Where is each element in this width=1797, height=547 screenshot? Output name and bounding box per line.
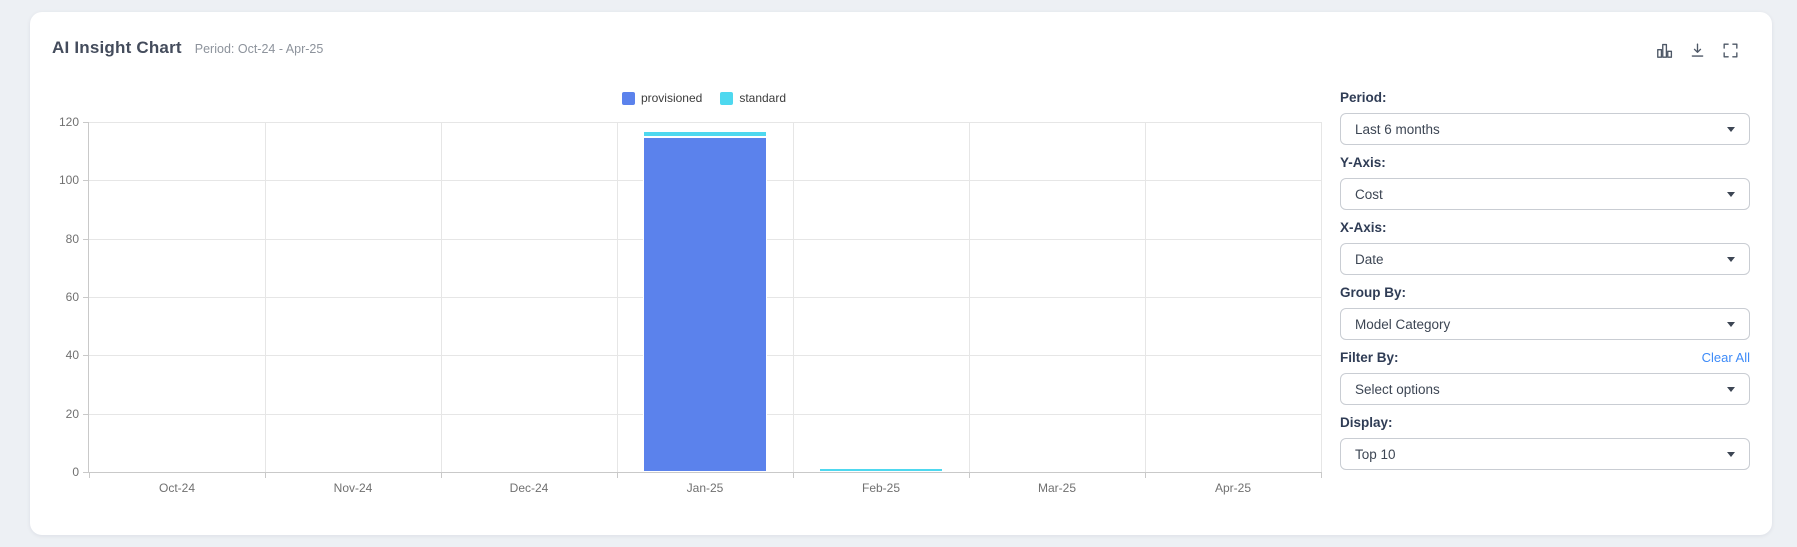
legend-swatch-standard: [720, 91, 734, 105]
control-group-display: Display: Top 10: [1340, 415, 1750, 470]
card-header: AI Insight Chart Period: Oct-24 - Apr-25: [52, 38, 323, 58]
select-filter-by[interactable]: Select options: [1340, 373, 1750, 405]
gridline-vertical: [1321, 122, 1322, 472]
select-value-period: Last 6 months: [1355, 121, 1440, 137]
legend-item-standard[interactable]: standard: [720, 91, 786, 105]
control-group-group-by: Group By: Model Category: [1340, 285, 1750, 340]
control-label-row-x-axis: X-Axis:: [1340, 220, 1750, 235]
x-axis-tick: [793, 472, 794, 478]
x-axis-tick-label: Nov-24: [333, 481, 373, 495]
legend-swatch-provisioned: [621, 91, 635, 105]
select-display[interactable]: Top 10: [1340, 438, 1750, 470]
gridline-vertical: [793, 122, 794, 472]
bar-standard-Jan-25[interactable]: [643, 130, 767, 137]
control-group-x-axis: X-Axis: Date: [1340, 220, 1750, 275]
x-axis-tick: [969, 472, 970, 478]
y-axis-tick: [83, 180, 89, 182]
bar-standard-Feb-25[interactable]: [819, 467, 943, 472]
select-x-axis[interactable]: Date: [1340, 243, 1750, 275]
chart-card: AI Insight Chart Period: Oct-24 - Apr-25: [30, 12, 1772, 535]
select-value-y-axis: Cost: [1355, 186, 1383, 202]
clear-all-link[interactable]: Clear All: [1702, 350, 1750, 365]
chevron-down-icon: [1727, 126, 1735, 132]
page-title: AI Insight Chart: [52, 38, 182, 57]
select-value-group-by: Model Category: [1355, 316, 1451, 332]
gridline-vertical: [969, 122, 970, 472]
chart-toolbar: [1654, 40, 1740, 60]
legend-item-provisioned[interactable]: provisioned: [621, 91, 703, 105]
legend-label-provisioned: provisioned: [640, 91, 703, 105]
gridline-horizontal: [89, 122, 1321, 123]
control-label-row-y-axis: Y-Axis:: [1340, 155, 1750, 170]
chevron-down-icon: [1727, 451, 1735, 457]
download-icon[interactable]: [1687, 40, 1707, 60]
chevron-down-icon: [1727, 256, 1735, 262]
control-label-row-period: Period:: [1340, 90, 1750, 105]
fullscreen-icon[interactable]: [1720, 40, 1740, 60]
x-axis-tick: [1321, 472, 1322, 478]
select-group-by[interactable]: Model Category: [1340, 308, 1750, 340]
select-y-axis[interactable]: Cost: [1340, 178, 1750, 210]
x-axis-tick-label: Mar-25: [1037, 481, 1077, 495]
bar-chart-icon[interactable]: [1654, 40, 1674, 60]
control-label-group-by: Group By:: [1340, 285, 1406, 300]
control-label-x-axis: X-Axis:: [1340, 220, 1387, 235]
bar-provisioned-Jan-25[interactable]: [643, 136, 767, 472]
control-label-row-group-by: Group By:: [1340, 285, 1750, 300]
chevron-down-icon: [1727, 191, 1735, 197]
select-value-filter-by: Select options: [1355, 381, 1440, 397]
control-group-filter-by: Filter By: Clear All Select options: [1340, 350, 1750, 405]
control-label-row-display: Display:: [1340, 415, 1750, 430]
x-axis-tick: [441, 472, 442, 478]
gridline-vertical: [617, 122, 618, 472]
y-axis-tick-label: 20: [65, 406, 79, 421]
x-axis-tick-label: Jan-25: [686, 481, 724, 495]
x-axis-tick-label: Dec-24: [509, 481, 549, 495]
control-label-period: Period:: [1340, 90, 1387, 105]
y-axis-tick: [83, 122, 89, 123]
period-subtitle: Period: Oct-24 - Apr-25: [194, 42, 324, 56]
select-period[interactable]: Last 6 months: [1340, 113, 1750, 145]
select-value-x-axis: Date: [1355, 251, 1384, 267]
y-axis-tick-label: 80: [65, 231, 79, 246]
x-axis-tick-label: Apr-25: [1214, 481, 1251, 495]
gridline-vertical: [441, 122, 442, 472]
control-label-display: Display:: [1340, 415, 1393, 430]
y-axis-tick-label: 60: [65, 290, 79, 304]
control-group-period: Period: Last 6 months: [1340, 90, 1750, 145]
y-axis-tick-label: 120: [58, 115, 79, 129]
x-axis-tick-label: Feb-25: [861, 481, 901, 495]
gridline-vertical: [265, 122, 266, 472]
chevron-down-icon: [1727, 321, 1735, 327]
y-axis-tick: [83, 413, 89, 415]
x-axis-tick-label: Oct-24: [158, 481, 196, 495]
y-axis-tick: [83, 355, 89, 357]
page-background: { "header": { "title": "AI Insight Chart…: [0, 0, 1797, 547]
chart-legend: provisioned standard: [88, 91, 1320, 105]
select-value-display: Top 10: [1355, 446, 1396, 462]
x-axis-tick: [1145, 472, 1146, 478]
y-axis-tick-label: 40: [65, 348, 79, 363]
control-label-filter-by: Filter By:: [1340, 350, 1399, 365]
y-axis-tick-label: 0: [72, 465, 79, 479]
gridline-vertical: [1145, 122, 1146, 472]
plot-area: 0 20 40 60 80 100 120 Oct-24 Nov-24 Dec-24 Jan-25 F…: [59, 115, 1322, 495]
x-axis-tick: [89, 472, 90, 478]
chevron-down-icon: [1727, 386, 1735, 392]
control-label-row-filter-by: Filter By: Clear All: [1340, 350, 1750, 365]
y-axis-tick: [83, 238, 89, 240]
control-group-y-axis: Y-Axis: Cost: [1340, 155, 1750, 210]
legend-label-standard: standard: [739, 91, 787, 105]
y-axis-tick: [83, 297, 89, 298]
controls-panel: Period: Last 6 months Y-Axis: Cost X-Axis: Da…: [1340, 90, 1750, 480]
y-axis-tick-label: 100: [58, 173, 79, 188]
x-axis-tick: [265, 472, 266, 478]
x-axis-tick: [617, 472, 618, 478]
control-label-y-axis: Y-Axis:: [1340, 155, 1386, 170]
